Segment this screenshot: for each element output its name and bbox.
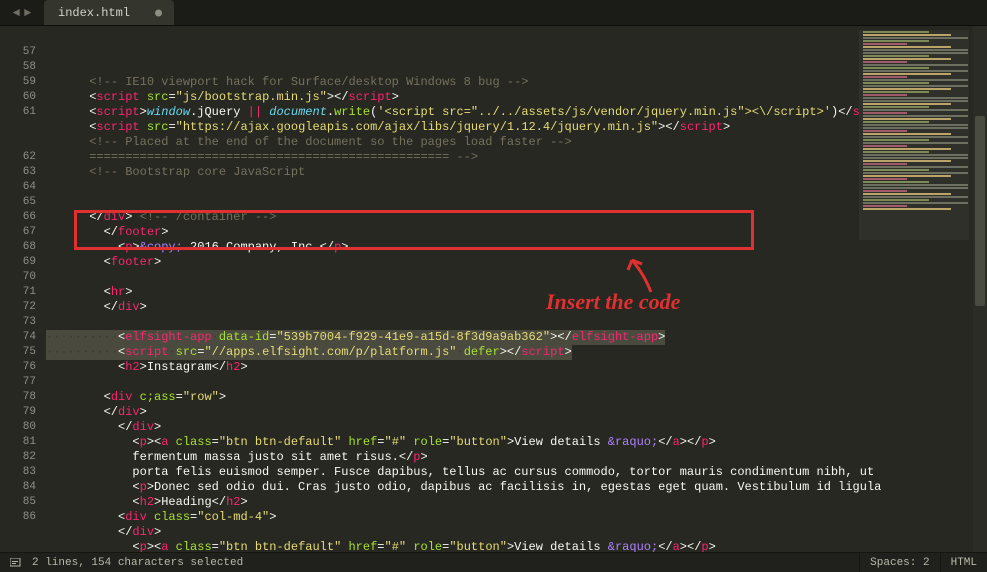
code-line[interactable]: <!-- Bootstrap core JavaScript <box>46 165 987 180</box>
scrollbar-thumb[interactable] <box>975 116 985 306</box>
code-line[interactable]: </div> <!-- /container --> <box>46 210 987 225</box>
code-line[interactable]: </div> <box>46 405 987 420</box>
code-line[interactable]: <!-- IE10 viewport hack for Surface/desk… <box>46 75 987 90</box>
code-line[interactable]: </footer> <box>46 225 987 240</box>
code-line[interactable]: <!-- Placed at the end of the document s… <box>46 135 987 150</box>
editor: 5758596061626364656667686970717273747576… <box>0 26 987 552</box>
code-line[interactable]: <h2>Heading</h2> <box>46 495 987 510</box>
status-bar: 2 lines, 154 characters selected Spaces:… <box>0 552 987 572</box>
code-line[interactable]: <script src="https://ajax.googleapis.com… <box>46 120 987 135</box>
code-line[interactable]: <p><a class="btn btn-default" href="#" r… <box>46 435 987 450</box>
code-line[interactable]: <div class="col-md-4"> <box>46 510 987 525</box>
code-line[interactable] <box>46 60 987 75</box>
code-line[interactable]: <script>window.jQuery || document.write(… <box>46 105 987 120</box>
tab-prev-icon[interactable]: ◄ <box>13 6 20 20</box>
code-line[interactable]: </div> <box>46 300 987 315</box>
code-line[interactable] <box>46 375 987 390</box>
status-selection: 2 lines, 154 characters selected <box>32 557 243 569</box>
code-line[interactable]: <p>Donec sed odio dui. Cras justo odio, … <box>46 480 987 495</box>
code-line[interactable]: fermentum massa justo sit amet risus.</p… <box>46 450 987 465</box>
code-line[interactable] <box>46 180 987 195</box>
line-number-gutter: 5758596061626364656667686970717273747576… <box>0 26 46 552</box>
minimap[interactable] <box>859 30 969 240</box>
code-line[interactable]: <div c;ass="row"> <box>46 390 987 405</box>
code-line[interactable]: </div> <box>46 420 987 435</box>
code-line[interactable]: ··········<elfsight-app·data-id="539b700… <box>46 330 987 345</box>
dirty-indicator-icon <box>155 9 162 16</box>
code-line[interactable]: <footer> <box>46 255 987 270</box>
status-syntax[interactable]: HTML <box>951 557 977 569</box>
code-line[interactable]: <p><a class="btn btn-default" href="#" r… <box>46 540 987 552</box>
code-line[interactable]: <p>&copy; 2016 Company, Inc.</p> <box>46 240 987 255</box>
code-line[interactable] <box>46 195 987 210</box>
code-line[interactable]: ========================================… <box>46 150 987 165</box>
code-line[interactable]: <hr> <box>46 285 987 300</box>
code-line[interactable] <box>46 270 987 285</box>
code-line[interactable]: </div> <box>46 525 987 540</box>
tab-title: index.html <box>58 6 130 20</box>
code-line[interactable]: ··········<script·src="//apps.elfsight.c… <box>46 345 987 360</box>
code-line[interactable] <box>46 315 987 330</box>
tab-next-icon[interactable]: ► <box>24 6 31 20</box>
tab-index-html[interactable]: index.html <box>44 0 174 25</box>
vertical-scrollbar[interactable] <box>973 26 987 552</box>
code-line[interactable]: <h2>Instagram</h2> <box>46 360 987 375</box>
tab-nav-buttons: ◄ ► <box>0 0 44 25</box>
status-spaces[interactable]: Spaces: 2 <box>870 557 929 569</box>
tab-bar: ◄ ► index.html <box>0 0 987 26</box>
selection-icon <box>10 558 22 568</box>
code-area[interactable]: <!-- IE10 viewport hack for Surface/desk… <box>46 26 987 552</box>
code-line[interactable]: <script src="js/bootstrap.min.js"></scri… <box>46 90 987 105</box>
code-line[interactable]: porta felis euismod semper. Fusce dapibu… <box>46 465 987 480</box>
